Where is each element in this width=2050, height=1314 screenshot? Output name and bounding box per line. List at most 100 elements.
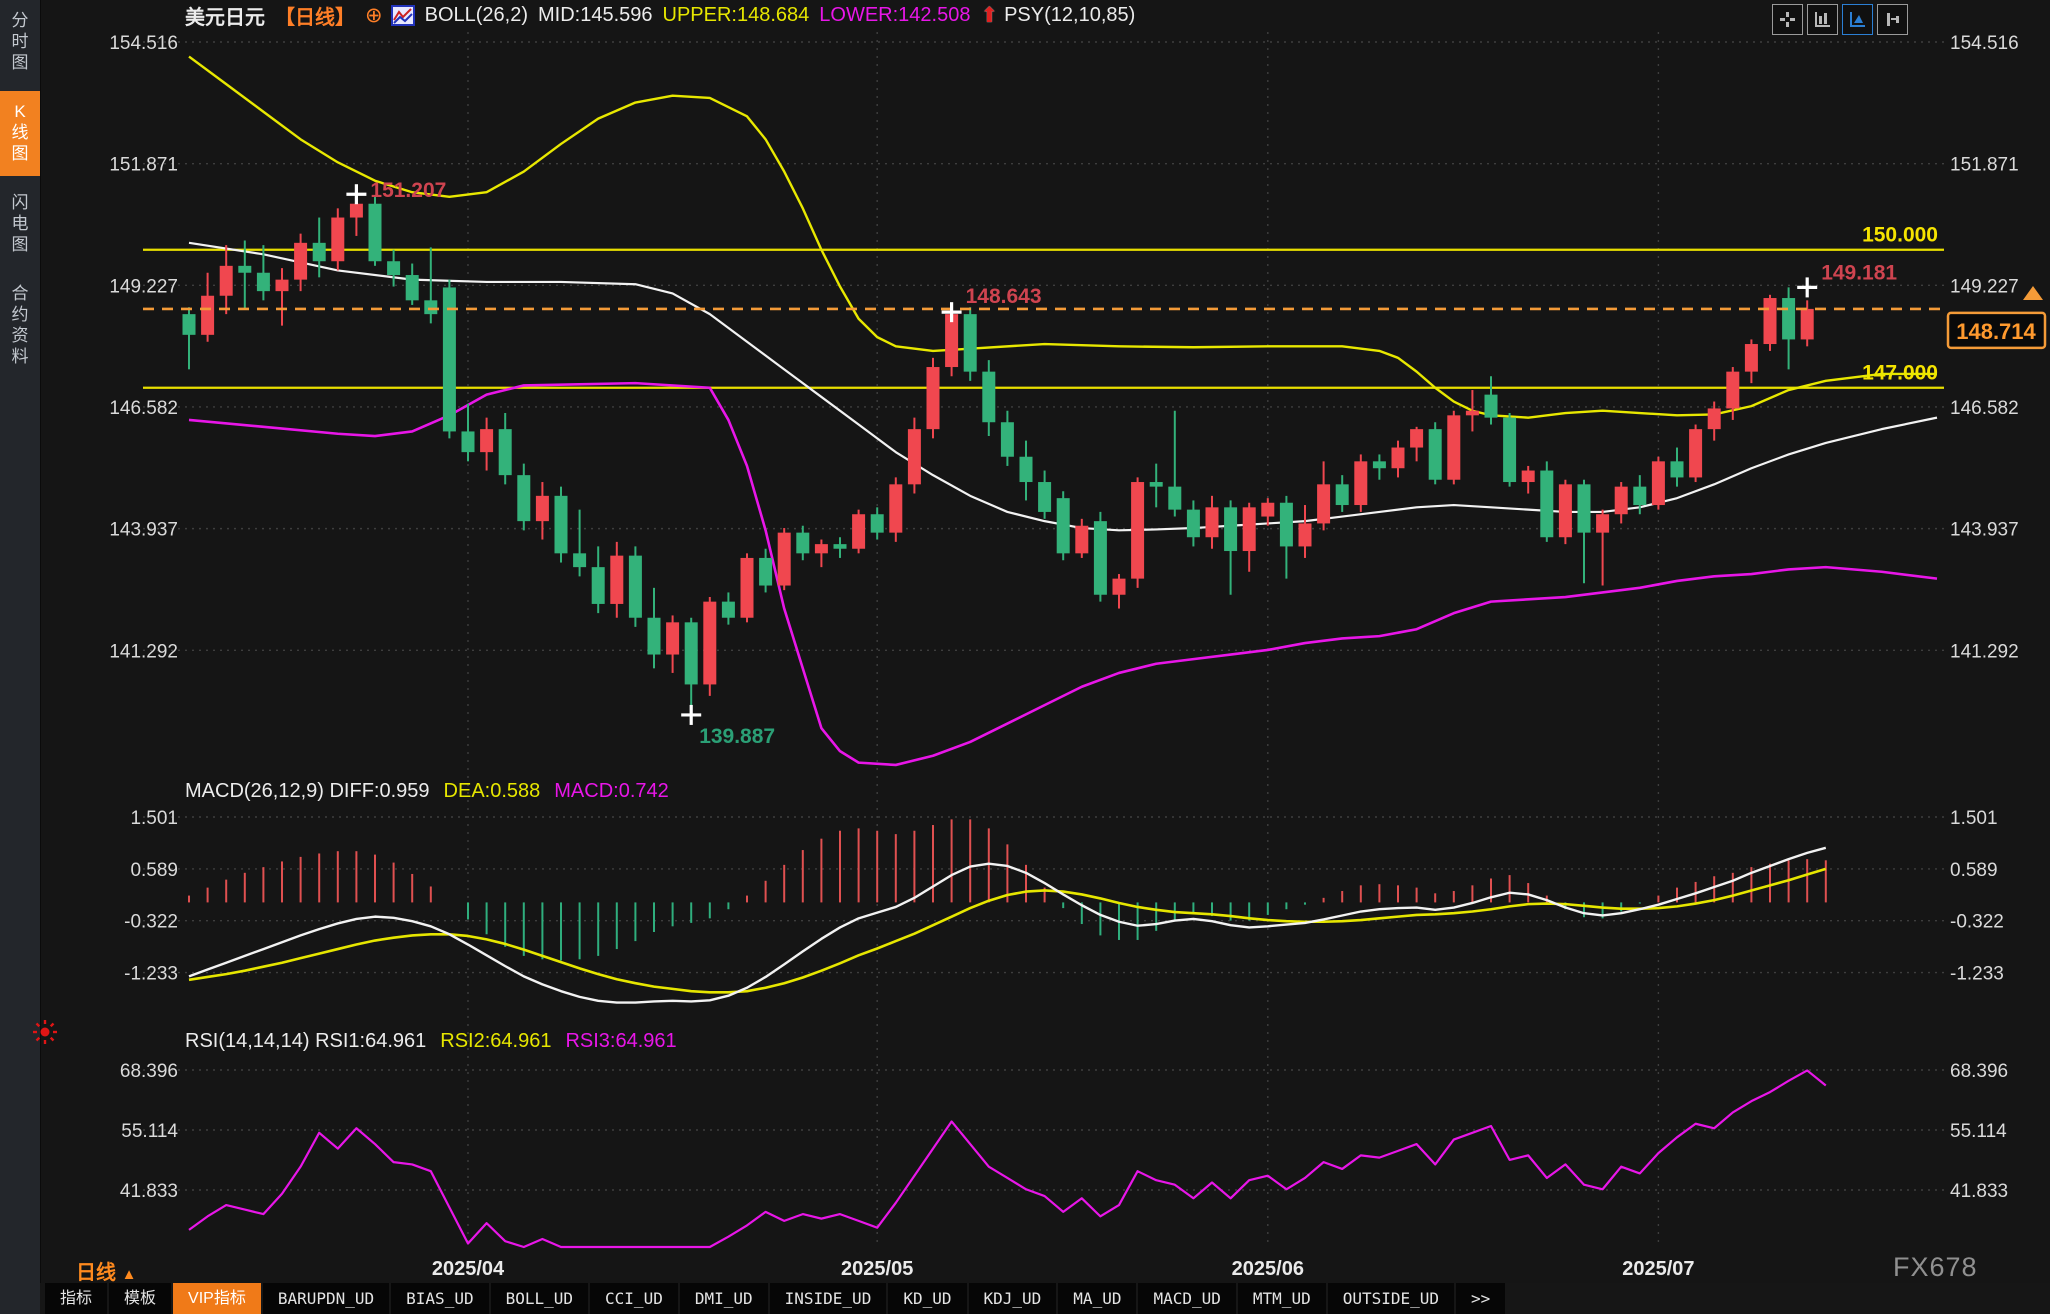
- candle-body: [815, 544, 828, 553]
- axis-label-right: 154.516: [1950, 33, 2019, 54]
- candle-body: [1336, 484, 1349, 505]
- candle-body: [1801, 309, 1814, 340]
- axis-label-right: 141.292: [1950, 641, 2019, 662]
- bar-chart-button[interactable]: [1807, 4, 1838, 35]
- candle-body: [648, 618, 661, 655]
- rsi-line: [189, 1070, 1826, 1247]
- candle-body: [573, 553, 586, 567]
- candle-body: [834, 544, 847, 549]
- candle-body: [257, 273, 270, 291]
- candle-body: [1485, 395, 1498, 418]
- circle-plus-icon[interactable]: ⊕: [365, 3, 383, 28]
- axis-label-left: 143.937: [109, 520, 178, 541]
- price-annotation: 151.207: [370, 179, 446, 202]
- candle-body: [852, 514, 865, 549]
- candle-body: [778, 533, 791, 586]
- candle-body: [1429, 429, 1442, 480]
- tab-[interactable]: >>: [1456, 1283, 1505, 1314]
- candle-body: [331, 218, 344, 262]
- period-selector[interactable]: 日线 ▲: [76, 1256, 136, 1285]
- axis-label-left: 1.501: [130, 808, 178, 829]
- candle-body: [555, 496, 568, 554]
- sidebar-item-0[interactable]: 分时图: [0, 0, 40, 85]
- tab-outside_ud[interactable]: OUTSIDE_UD: [1328, 1283, 1454, 1314]
- boll-label: BOLL(26,2): [425, 4, 528, 27]
- indicator-chart-icon[interactable]: [391, 5, 415, 26]
- axis-label-right: 68.396: [1950, 1061, 2008, 1082]
- area-chart-button-active[interactable]: [1842, 4, 1873, 35]
- tab-macd_ud[interactable]: MACD_UD: [1138, 1283, 1235, 1314]
- tab-dmi_ud[interactable]: DMI_UD: [680, 1283, 768, 1314]
- axis-label-right: 149.227: [1950, 276, 2019, 297]
- sidebar-item-2[interactable]: 闪电图: [0, 182, 40, 267]
- candle-body: [1261, 503, 1274, 517]
- candle-body: [722, 602, 735, 618]
- candle-body: [1578, 484, 1591, 532]
- layout-grid-button[interactable]: [1772, 4, 1803, 35]
- sidebar-item-label: 闪电图: [10, 192, 30, 255]
- axis-label-left: -0.322: [124, 912, 178, 933]
- month-label: 2025/07: [1622, 1258, 1694, 1280]
- candle-body: [1671, 461, 1684, 477]
- rsi2-value: RSI2:64.961: [440, 1030, 551, 1053]
- candle-body: [927, 367, 940, 429]
- axis-label-right: 151.871: [1950, 155, 2019, 176]
- up-arrow-icon: ⬆: [980, 3, 998, 28]
- candle-body: [889, 484, 902, 532]
- sidebar-item-3[interactable]: 合约资料: [0, 273, 40, 379]
- candle-body: [1559, 484, 1572, 537]
- axis-label-left: 154.516: [109, 33, 178, 54]
- candle-body: [276, 280, 289, 292]
- tab-barupdn_ud[interactable]: BARUPDN_UD: [263, 1283, 389, 1314]
- candle-body: [1373, 461, 1386, 468]
- sidebar-item-label: K线图: [10, 101, 30, 164]
- tab-mtm_ud[interactable]: MTM_UD: [1238, 1283, 1326, 1314]
- candle-body: [424, 300, 437, 314]
- macd-macd-value: MACD:0.742: [554, 780, 669, 803]
- candle-body: [1206, 507, 1219, 537]
- candle-body: [294, 243, 307, 280]
- sidebar-item-1[interactable]: K线图: [0, 91, 40, 176]
- candle-body: [1726, 372, 1739, 409]
- tab-[interactable]: 指标: [45, 1283, 107, 1314]
- rsi-label: RSI(14,14,14) RSI1:64.961: [185, 1030, 426, 1053]
- chart-canvas: 154.516154.516151.871151.871149.227149.2…: [0, 0, 2050, 1314]
- candle-body: [741, 558, 754, 618]
- tab-kd_ud[interactable]: KD_UD: [888, 1283, 966, 1314]
- candle-body: [1764, 298, 1777, 344]
- rsi-label-row: RSI(14,14,14) RSI1:64.961 RSI2:64.961 RS…: [185, 1030, 677, 1053]
- candle-body: [1410, 429, 1423, 447]
- candle-body: [964, 314, 977, 372]
- axis-chart-button[interactable]: [1877, 4, 1908, 35]
- candle-body: [406, 275, 419, 300]
- tab-kdj_ud[interactable]: KDJ_UD: [969, 1283, 1057, 1314]
- tab-vip[interactable]: VIP指标: [173, 1283, 261, 1314]
- candle-body: [462, 431, 475, 452]
- period-tag[interactable]: 【日线】: [275, 1, 355, 30]
- view-toolbar: [1772, 4, 1908, 35]
- candle-body: [1522, 471, 1535, 483]
- candle-body: [1782, 298, 1795, 339]
- boll-mid-value: MID:145.596: [538, 4, 653, 27]
- candle-body: [1689, 429, 1702, 477]
- candle-body: [610, 556, 623, 604]
- alert-burst-icon[interactable]: [31, 1018, 59, 1051]
- watermark: FX678: [1893, 1252, 1978, 1283]
- price-annotation: 148.643: [966, 285, 1042, 308]
- rsi3-value: RSI3:64.961: [565, 1030, 676, 1053]
- tab-inside_ud[interactable]: INSIDE_UD: [770, 1283, 887, 1314]
- tab-bias_ud[interactable]: BIAS_UD: [391, 1283, 488, 1314]
- tab-boll_ud[interactable]: BOLL_UD: [491, 1283, 588, 1314]
- candle-body: [666, 622, 679, 654]
- tab-cci_ud[interactable]: CCI_UD: [590, 1283, 678, 1314]
- tab-ma_ud[interactable]: MA_UD: [1058, 1283, 1136, 1314]
- axis-label-left: 55.114: [121, 1121, 178, 1142]
- axis-label-left: 149.227: [109, 276, 178, 297]
- macd-dea-value: DEA:0.588: [444, 780, 541, 803]
- tab-[interactable]: 模板: [109, 1283, 171, 1314]
- candle-body: [796, 533, 809, 554]
- axis-label-right: 146.582: [1950, 398, 2019, 419]
- candle-body: [871, 514, 884, 532]
- boll-lower-line: [189, 383, 1937, 765]
- candle-body: [1652, 461, 1665, 505]
